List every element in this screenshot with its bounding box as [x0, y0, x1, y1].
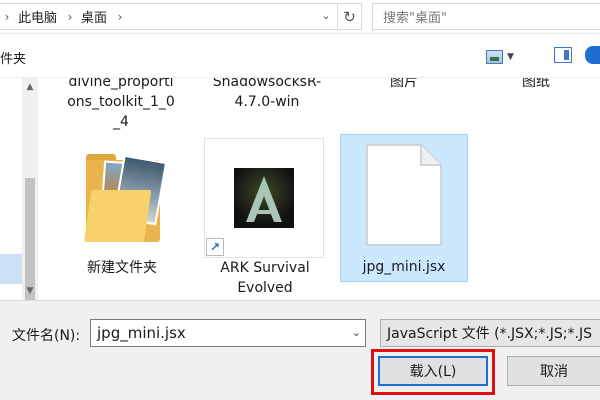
search-input[interactable]: 搜索"桌面" — [372, 3, 600, 30]
help-icon[interactable] — [585, 46, 600, 64]
file-type-select[interactable]: JavaScript 文件 (*.JSX;*.JS;*.JS — [380, 319, 600, 347]
chevron-right-icon[interactable]: › — [113, 10, 127, 24]
file-name: ARK Survival Evolved — [204, 258, 326, 298]
refresh-button[interactable]: ↻ — [338, 3, 362, 30]
file-name-value: jpg_mini.jsx — [97, 324, 186, 342]
nav-selected-item[interactable] — [0, 254, 22, 284]
file-name-label: 文件名(N): — [12, 328, 81, 344]
highlight-box — [371, 349, 495, 395]
scroll-up-icon[interactable]: ▲ — [22, 82, 38, 92]
file-item-folder[interactable]: 新建文件夹 — [60, 138, 184, 300]
file-name: jpg_mini.jsx — [362, 259, 446, 275]
change-view-button[interactable]: ▼ — [486, 47, 522, 67]
file-item-selected[interactable]: jpg_mini.jsx — [340, 134, 468, 282]
navigation-pane[interactable]: ▲ ▼ — [0, 78, 38, 308]
file-name: divine_proporti — [68, 78, 174, 90]
file-item-shortcut[interactable]: ↗ ARK Survival Evolved — [204, 138, 326, 300]
address-row: › 此电脑 › 桌面 › ⌄ ↻ 搜索"桌面" — [0, 0, 600, 34]
cancel-button[interactable]: 取消 — [507, 356, 600, 386]
file-name: 图片 — [390, 78, 418, 90]
file-name: 4.7.0-win — [234, 94, 300, 110]
file-name-line: Evolved — [237, 280, 293, 296]
file-item[interactable]: 图片 — [344, 78, 464, 92]
shortcut-arrow-icon: ↗ — [206, 238, 224, 256]
file-item[interactable]: ShadowsocksR- 4.7.0-win — [202, 78, 332, 112]
address-bar[interactable]: › 此电脑 › 桌面 › ⌄ — [0, 3, 338, 30]
preview-pane-icon[interactable] — [554, 47, 572, 63]
file-name: 新建文件夹 — [87, 260, 157, 276]
scroll-down-icon[interactable]: ▼ — [22, 286, 38, 296]
file-item[interactable]: 图纸 — [484, 78, 588, 92]
search-placeholder: 搜索"桌面" — [383, 11, 447, 26]
nav-scrollbar[interactable]: ▲ ▼ — [22, 78, 38, 308]
file-list: divine_proporti ons_toolkit_1_0 _4 Shado… — [38, 78, 600, 300]
document-icon — [366, 144, 442, 246]
ark-app-icon — [234, 168, 294, 228]
chevron-down-icon[interactable]: ⌄ — [319, 9, 333, 25]
file-name: ons_toolkit_1_0 — [67, 94, 175, 110]
view-options-icon — [486, 50, 503, 64]
chevron-right-icon[interactable]: › — [0, 10, 14, 24]
toolbar: 件夹 ▼ — [0, 34, 600, 78]
breadcrumb-desktop[interactable]: 桌面 — [77, 7, 113, 26]
file-name: _4 — [113, 114, 129, 130]
file-name: ShadowsocksR- — [212, 78, 322, 90]
file-item[interactable]: divine_proporti ons_toolkit_1_0 _4 — [56, 78, 186, 132]
breadcrumb-this-pc[interactable]: 此电脑 — [14, 7, 63, 26]
chevron-down-icon: ▼ — [507, 52, 514, 62]
file-name-input[interactable]: jpg_mini.jsx ⌄ — [90, 319, 366, 347]
file-name-line: ARK Survival — [220, 260, 310, 276]
new-folder-button[interactable]: 件夹 — [0, 48, 26, 67]
chevron-right-icon[interactable]: › — [63, 10, 77, 24]
file-type-value: JavaScript 文件 (*.JSX;*.JS;*.JS — [387, 326, 592, 342]
folder-icon — [84, 152, 168, 242]
refresh-icon: ↻ — [343, 7, 356, 26]
chevron-down-icon[interactable]: ⌄ — [352, 326, 361, 339]
file-name: 图纸 — [522, 78, 550, 90]
dialog-footer: 文件名(N): jpg_mini.jsx ⌄ JavaScript 文件 (*.… — [0, 300, 600, 400]
